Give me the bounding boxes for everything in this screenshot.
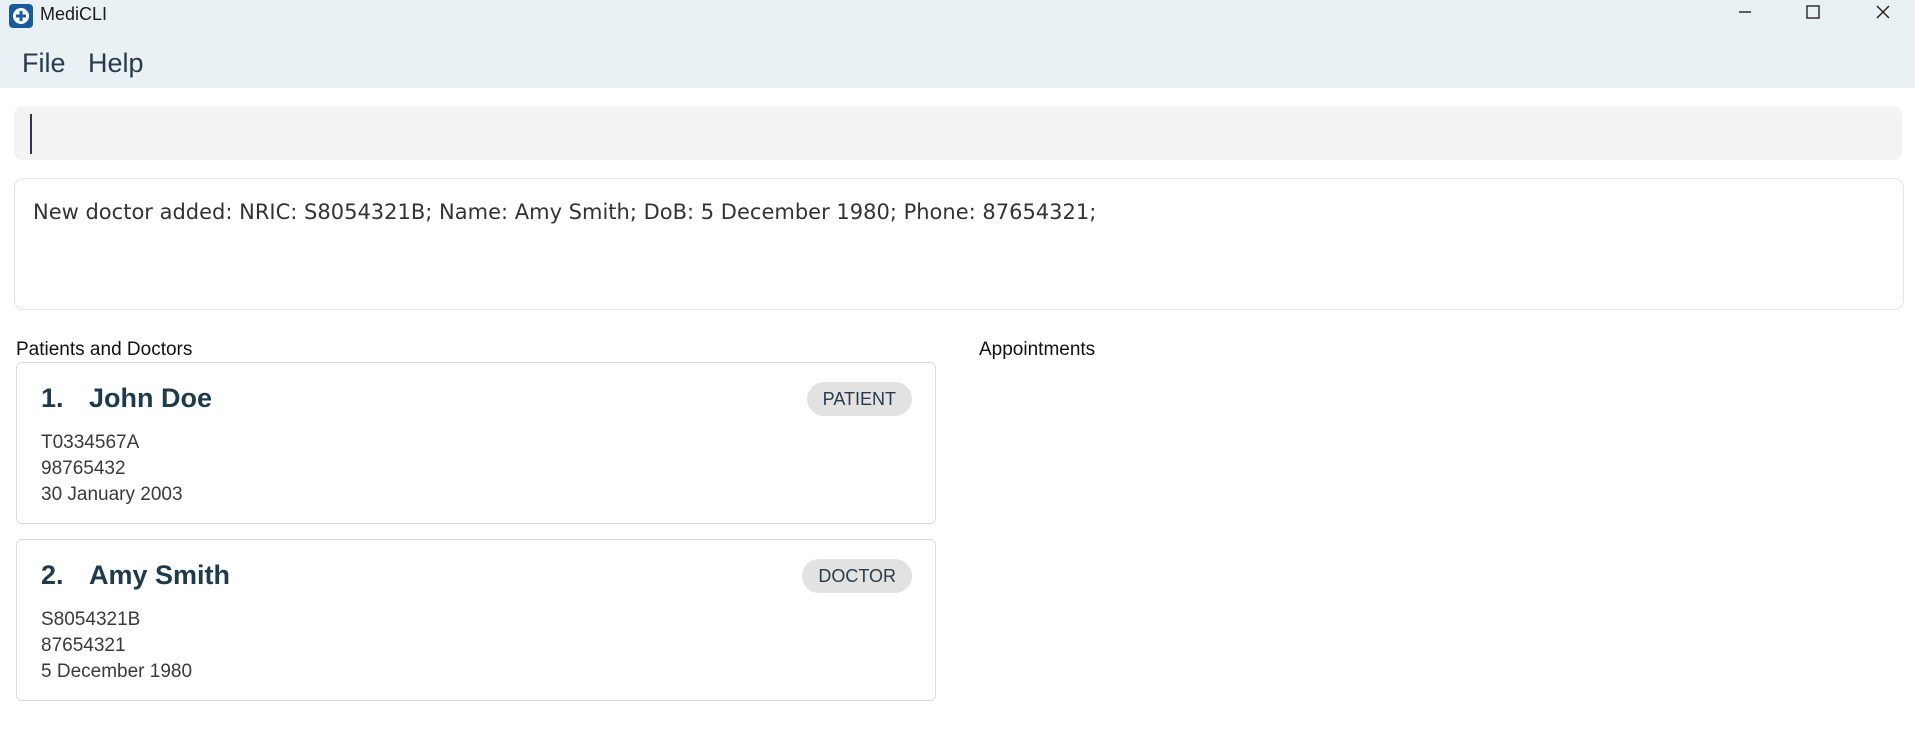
menu-file[interactable]: File bbox=[22, 48, 66, 79]
person-card-2[interactable]: 2. Amy Smith DOCTOR S8054321B 87654321 5… bbox=[16, 539, 936, 701]
minimize-button[interactable] bbox=[1710, 0, 1780, 28]
card-name: John Doe bbox=[89, 383, 213, 413]
appointments-panel-title: Appointments bbox=[979, 339, 1096, 360]
close-button[interactable] bbox=[1848, 0, 1915, 28]
card-phone: 87654321 bbox=[41, 635, 126, 656]
text-caret bbox=[30, 114, 32, 154]
close-icon bbox=[1875, 4, 1891, 25]
menu-help[interactable]: Help bbox=[88, 48, 144, 79]
maximize-button[interactable] bbox=[1778, 0, 1848, 28]
card-phone: 98765432 bbox=[41, 458, 126, 479]
window-title: MediCLI bbox=[40, 4, 108, 24]
result-message: New doctor added: NRIC: S8054321B; Name:… bbox=[33, 200, 1097, 224]
menu-bar: File Help bbox=[0, 28, 1915, 88]
card-dob: 5 December 1980 bbox=[41, 661, 193, 682]
person-card-1[interactable]: 1. John Doe PATIENT T0334567A 98765432 3… bbox=[16, 362, 936, 524]
maximize-icon bbox=[1805, 4, 1821, 25]
card-dob: 30 January 2003 bbox=[41, 484, 183, 505]
title-bar: MediCLI bbox=[0, 0, 1915, 28]
minimize-icon bbox=[1737, 4, 1753, 25]
card-index: 1. bbox=[41, 383, 64, 413]
card-name: Amy Smith bbox=[89, 560, 231, 590]
command-input[interactable] bbox=[14, 106, 1902, 160]
app-logo-icon bbox=[9, 4, 33, 28]
result-display: New doctor added: NRIC: S8054321B; Name:… bbox=[14, 178, 1904, 310]
role-tag-doctor: DOCTOR bbox=[802, 559, 912, 593]
card-index: 2. bbox=[41, 560, 64, 590]
card-nric: S8054321B bbox=[41, 609, 141, 630]
role-tag-patient: PATIENT bbox=[806, 382, 912, 416]
people-panel-title: Patients and Doctors bbox=[16, 339, 193, 360]
card-nric: T0334567A bbox=[41, 432, 140, 453]
